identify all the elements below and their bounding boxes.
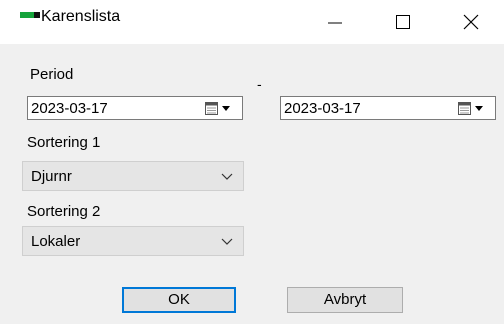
to-date-value: 2023-03-17	[284, 100, 361, 117]
calendar-dropdown-icon	[205, 102, 230, 115]
chevron-down-icon	[221, 173, 233, 180]
sort2-dropdown[interactable]: Lokaler	[22, 226, 244, 256]
minimize-icon	[328, 22, 342, 24]
from-date-value: 2023-03-17	[31, 100, 108, 117]
close-button[interactable]	[448, 0, 494, 44]
sort2-value: Lokaler	[31, 233, 81, 250]
sort1-value: Djurnr	[31, 168, 72, 185]
title-bar[interactable]: Karenslista	[0, 0, 504, 44]
minimize-button[interactable]	[312, 0, 358, 44]
from-date-picker[interactable]: 2023-03-17	[27, 96, 243, 120]
chevron-down-icon	[221, 238, 233, 245]
sort2-label: Sortering 2	[27, 203, 101, 220]
period-separator: -	[257, 76, 262, 92]
sort1-dropdown[interactable]: Djurnr	[22, 161, 244, 191]
to-date-picker[interactable]: 2023-03-17	[280, 96, 496, 120]
period-label: Period	[30, 66, 74, 83]
maximize-button[interactable]	[380, 0, 426, 44]
ok-button[interactable]: OK	[122, 287, 236, 313]
to-date-calendar-button[interactable]	[457, 100, 487, 118]
maximize-icon	[396, 15, 410, 29]
app-icon	[20, 12, 40, 18]
cancel-button[interactable]: Avbryt	[287, 287, 403, 313]
calendar-dropdown-icon	[458, 102, 483, 115]
from-date-calendar-button[interactable]	[204, 100, 234, 118]
window-title: Karenslista	[41, 8, 121, 25]
sort1-label: Sortering 1	[27, 134, 101, 151]
close-icon	[463, 14, 479, 30]
